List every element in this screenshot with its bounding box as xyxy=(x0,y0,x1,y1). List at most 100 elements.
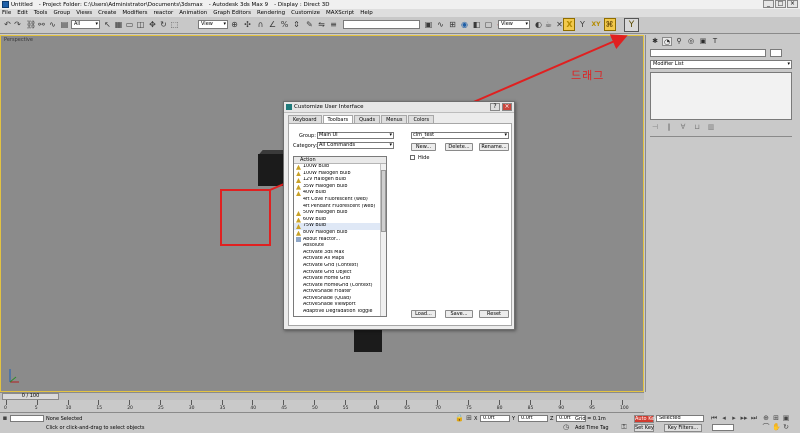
action-row[interactable]: 35W Halogen Bulb xyxy=(294,184,382,191)
close-button[interactable]: × xyxy=(787,0,798,8)
menu-file[interactable]: File xyxy=(2,10,11,16)
render-icon[interactable]: ◐ xyxy=(534,19,543,30)
dialog-titlebar[interactable]: Customize User Interface xyxy=(284,102,514,113)
material-editor-icon[interactable]: ◉ xyxy=(460,19,469,30)
undo-icon[interactable]: ↶ xyxy=(3,19,12,30)
menu-graph-editors[interactable]: Graph Editors xyxy=(213,10,251,16)
auto-key-button[interactable]: Auto Key xyxy=(634,415,657,423)
group-dropdown[interactable]: Main UI xyxy=(317,132,394,139)
bind-space-warp-icon[interactable]: ∿ xyxy=(48,19,57,30)
lamp-icon[interactable]: ⌘ xyxy=(605,19,614,30)
action-row[interactable]: 60W Bulb xyxy=(294,217,382,224)
action-row[interactable]: Activate Grid (Context) xyxy=(294,263,382,270)
object-color-swatch[interactable] xyxy=(770,49,782,57)
utilities-tab-icon[interactable]: T xyxy=(710,37,720,46)
menu-edit[interactable]: Edit xyxy=(17,10,28,16)
named-selection-set-field[interactable] xyxy=(343,20,420,29)
modify-tab-icon[interactable]: ◔ xyxy=(662,37,672,46)
ref-coord-dropdown-2[interactable]: View xyxy=(498,20,530,29)
hierarchy-tab-icon[interactable]: ⚲ xyxy=(674,37,684,46)
scene-box-3[interactable] xyxy=(354,330,382,352)
selection-filter-dropdown[interactable]: All xyxy=(71,20,100,29)
dragged-bulb-tool-icon[interactable]: Y xyxy=(624,18,639,32)
axis-x-button[interactable]: X xyxy=(565,19,574,30)
hide-checkbox[interactable] xyxy=(410,155,415,160)
dialog-close-button[interactable]: × xyxy=(502,103,512,111)
link-icon[interactable]: ⛓ xyxy=(26,19,36,30)
make-unique-icon[interactable]: ∀ xyxy=(678,123,688,132)
menu-animation[interactable]: Animation xyxy=(179,10,207,16)
action-row[interactable]: Activate 3ds Max xyxy=(294,250,382,257)
action-row[interactable]: Activate Grid Object xyxy=(294,270,382,277)
select-move-icon[interactable]: ✥ xyxy=(148,19,157,30)
delete-toolbar-button[interactable]: Delete... xyxy=(445,143,473,151)
pan-icon[interactable]: ✋ xyxy=(772,423,781,431)
fov-icon[interactable]: ⌒ xyxy=(762,423,770,431)
display-tab-icon[interactable]: ▣ xyxy=(698,37,708,46)
current-frame-field[interactable] xyxy=(712,424,734,431)
orbit-icon[interactable]: ↻ xyxy=(782,423,790,431)
menu-tools[interactable]: Tools xyxy=(34,10,48,16)
dialog-help-button[interactable]: ? xyxy=(490,103,500,111)
reset-button[interactable]: Reset xyxy=(479,310,509,318)
app-icon[interactable] xyxy=(2,1,9,8)
ref-coord-dropdown[interactable]: View xyxy=(198,20,228,29)
menu-help[interactable]: Help xyxy=(360,10,373,16)
action-row[interactable]: Activate Home Grid xyxy=(294,276,382,283)
zoom-extents-icon[interactable]: ▣ xyxy=(782,414,790,422)
zoom-icon[interactable]: ⊕ xyxy=(762,414,770,422)
select-rotate-icon[interactable]: ↻ xyxy=(159,19,168,30)
action-row[interactable]: Absolute xyxy=(294,243,382,250)
minimize-button[interactable]: _ xyxy=(763,0,774,8)
render-setup-icon[interactable]: ◧ xyxy=(472,19,481,30)
menu-group[interactable]: Group xyxy=(53,10,70,16)
next-frame-icon[interactable]: ▸▸ xyxy=(740,414,748,422)
angle-snap-icon[interactable]: ∠ xyxy=(268,19,277,30)
zoom-all-icon[interactable]: ⊞ xyxy=(772,414,780,422)
layer-manager-icon[interactable]: ▣ xyxy=(424,19,433,30)
redo-icon[interactable]: ↷ xyxy=(13,19,22,30)
axis-xy-button[interactable]: XY xyxy=(590,19,602,30)
add-time-tag[interactable]: Add Time Tag xyxy=(575,425,609,431)
goto-start-icon[interactable]: ⏮ xyxy=(710,414,718,422)
key-filters-button[interactable]: Key Filters... xyxy=(664,424,702,432)
create-tab-icon[interactable]: ✱ xyxy=(650,37,660,46)
prev-frame-icon[interactable]: ◂ xyxy=(720,414,728,422)
pin-stack-icon[interactable]: ⊣ xyxy=(650,123,660,132)
maxscript-mini-listener[interactable] xyxy=(10,415,44,422)
maximize-button[interactable]: □ xyxy=(775,0,786,8)
category-dropdown[interactable]: All Commands xyxy=(317,142,394,149)
maxscript-listener-icon[interactable]: ▪ xyxy=(1,414,9,422)
menu-modifiers[interactable]: Modifiers xyxy=(122,10,147,16)
menu-reactor[interactable]: reactor xyxy=(154,10,174,16)
edit-named-sel-icon[interactable]: ✎ xyxy=(305,19,314,30)
remove-modifier-icon[interactable]: ⊔ xyxy=(692,123,702,132)
set-key-button[interactable]: Set Key xyxy=(634,424,654,432)
action-list-header[interactable]: Action xyxy=(294,157,386,164)
action-row[interactable]: 80W Halogen Bulb xyxy=(294,230,382,237)
object-name-field[interactable] xyxy=(650,49,766,57)
x-coord-field[interactable]: 0.0ft xyxy=(480,415,510,422)
action-list-scrollbar[interactable] xyxy=(380,164,386,316)
action-row[interactable]: ActiveShade Viewport xyxy=(294,302,382,309)
schematic-view-icon[interactable]: ⊞ xyxy=(448,19,457,30)
action-row[interactable]: About reactor... xyxy=(294,237,382,244)
action-row[interactable]: 100W Bulb xyxy=(294,164,382,171)
play-icon[interactable]: ▸ xyxy=(730,414,738,422)
menu-rendering[interactable]: Rendering xyxy=(257,10,285,16)
spinner-snap-icon[interactable]: ⇕ xyxy=(292,19,301,30)
y-coord-field[interactable]: 0.0ft xyxy=(518,415,548,422)
action-list-scroll-thumb[interactable] xyxy=(381,170,386,232)
time-tag-icon[interactable]: ◷ xyxy=(562,423,570,431)
select-by-name-icon[interactable]: ▦ xyxy=(114,19,123,30)
new-toolbar-button[interactable]: New... xyxy=(411,143,436,151)
scene-box-1[interactable] xyxy=(258,154,286,186)
rendered-frame-icon[interactable]: ▢ xyxy=(484,19,493,30)
action-row[interactable]: 75W Bulb xyxy=(294,223,382,230)
toolbar-select-dropdown[interactable]: clm_test xyxy=(411,132,509,139)
curve-editor-icon[interactable]: ∿ xyxy=(436,19,445,30)
load-button[interactable]: Load... xyxy=(411,310,436,318)
pivot-center-icon[interactable]: ⊕ xyxy=(230,19,239,30)
select-manipulate-icon[interactable]: ✣ xyxy=(243,19,252,30)
align-icon[interactable]: ≡ xyxy=(329,19,338,30)
